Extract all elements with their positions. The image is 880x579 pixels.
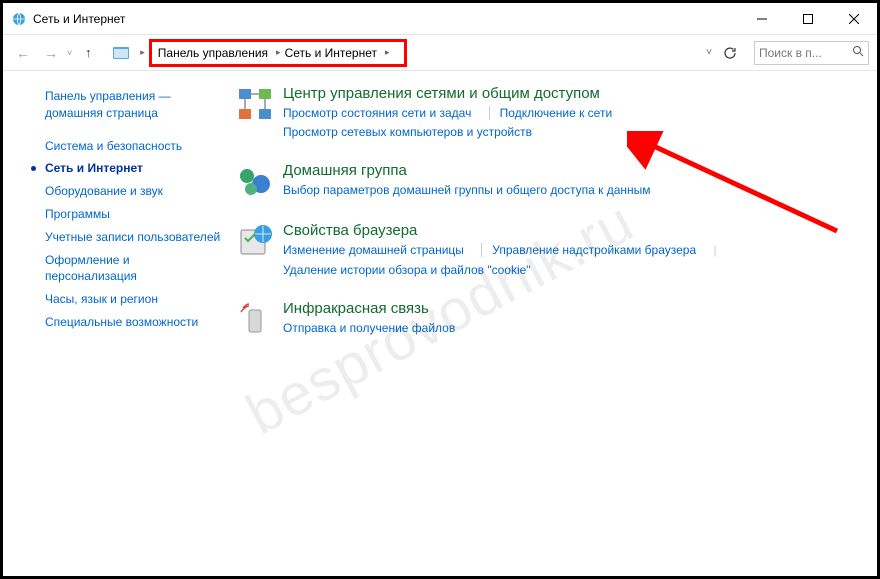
sidebar-home-link[interactable]: Панель управления — домашняя страница (3, 85, 223, 125)
breadcrumb-item-1[interactable]: Сеть и Интернет (285, 46, 377, 60)
category-links: Изменение домашней страницы Управление н… (283, 241, 859, 279)
link-view-network-status[interactable]: Просмотр состояния сети и задач (283, 106, 471, 120)
content: Центр управления сетями и общим доступом… (223, 71, 877, 576)
network-sharing-icon (235, 85, 275, 125)
infrared-icon (235, 300, 275, 340)
link-change-homepage[interactable]: Изменение домашней страницы (283, 243, 464, 257)
sidebar-item-programs[interactable]: Программы (3, 203, 223, 226)
forward-button[interactable]: → (39, 41, 63, 65)
sidebar-item-clock-language-region[interactable]: Часы, язык и регион (3, 288, 223, 311)
sidebar-item-user-accounts[interactable]: Учетные записи пользователей (3, 226, 223, 249)
category-links: Выбор параметров домашней группы и общег… (283, 181, 859, 200)
search-input[interactable]: Поиск в п... (754, 41, 869, 65)
address-dropdown-icon[interactable]: ˅ (706, 47, 712, 58)
category-homegroup: Домашняя группа Выбор параметров домашне… (235, 162, 859, 202)
sidebar-item-appearance[interactable]: Оформление и персонализация (3, 249, 223, 289)
category-title[interactable]: Свойства браузера (283, 222, 859, 239)
link-send-receive-files[interactable]: Отправка и получение файлов (283, 321, 455, 335)
control-panel-icon (112, 44, 130, 62)
window: Сеть и Интернет ← → ˅ ↑ ▸ Панель управле… (0, 0, 880, 579)
link-view-network-computers[interactable]: Просмотр сетевых компьютеров и устройств (283, 125, 532, 139)
window-title: Сеть и Интернет (33, 12, 125, 26)
app-icon (11, 11, 27, 27)
category-links: Просмотр состояния сети и задач Подключе… (283, 104, 859, 142)
link-connect-to-network[interactable]: Подключение к сети (489, 106, 612, 120)
refresh-button[interactable] (720, 43, 740, 63)
body: Панель управления — домашняя страница Си… (3, 71, 877, 576)
chevron-right-icon: ▸ (276, 47, 281, 58)
category-links: Отправка и получение файлов (283, 319, 859, 338)
up-button[interactable]: ↑ (76, 41, 100, 65)
chevron-right-icon: ▸ (385, 47, 390, 58)
category-title[interactable]: Инфракрасная связь (283, 300, 859, 317)
sidebar-item-network-internet[interactable]: Сеть и Интернет (3, 157, 223, 180)
link-manage-addons[interactable]: Управление надстройками браузера (481, 243, 696, 257)
sidebar-item-system-security[interactable]: Система и безопасность (3, 135, 223, 158)
maximize-button[interactable] (785, 3, 831, 35)
category-internet-options: Свойства браузера Изменение домашней стр… (235, 222, 859, 279)
minimize-button[interactable] (739, 3, 785, 35)
titlebar: Сеть и Интернет (3, 3, 877, 35)
homegroup-icon (235, 162, 275, 202)
chevron-right-icon: ▸ (140, 47, 145, 58)
breadcrumb-item-0[interactable]: Панель управления (158, 46, 268, 60)
link-delete-history[interactable]: Удаление истории обзора и файлов "cookie… (283, 263, 531, 277)
back-button[interactable]: ← (11, 41, 35, 65)
link-homegroup-settings[interactable]: Выбор параметров домашней группы и общег… (283, 183, 651, 197)
link-side-divider: | (713, 243, 716, 257)
search-icon (852, 45, 864, 60)
search-placeholder: Поиск в п... (759, 46, 822, 60)
category-title[interactable]: Центр управления сетями и общим доступом (283, 85, 859, 102)
category-network-sharing: Центр управления сетями и общим доступом… (235, 85, 859, 142)
sidebar-item-ease-of-access[interactable]: Специальные возможности (3, 311, 223, 334)
toolbar: ← → ˅ ↑ ▸ Панель управления ▸ Сеть и Инт… (3, 35, 877, 71)
sidebar: Панель управления — домашняя страница Си… (3, 71, 223, 576)
sidebar-item-hardware-sound[interactable]: Оборудование и звук (3, 180, 223, 203)
close-button[interactable] (831, 3, 877, 35)
internet-options-icon (235, 222, 275, 262)
category-infrared: Инфракрасная связь Отправка и получение … (235, 300, 859, 340)
history-dropdown-icon[interactable]: ˅ (67, 48, 72, 58)
category-title[interactable]: Домашняя группа (283, 162, 859, 179)
breadcrumb[interactable]: ▸ Панель управления ▸ Сеть и Интернет ▸ … (108, 40, 746, 66)
window-controls (739, 3, 877, 35)
breadcrumb-highlight: Панель управления ▸ Сеть и Интернет ▸ (149, 39, 407, 67)
